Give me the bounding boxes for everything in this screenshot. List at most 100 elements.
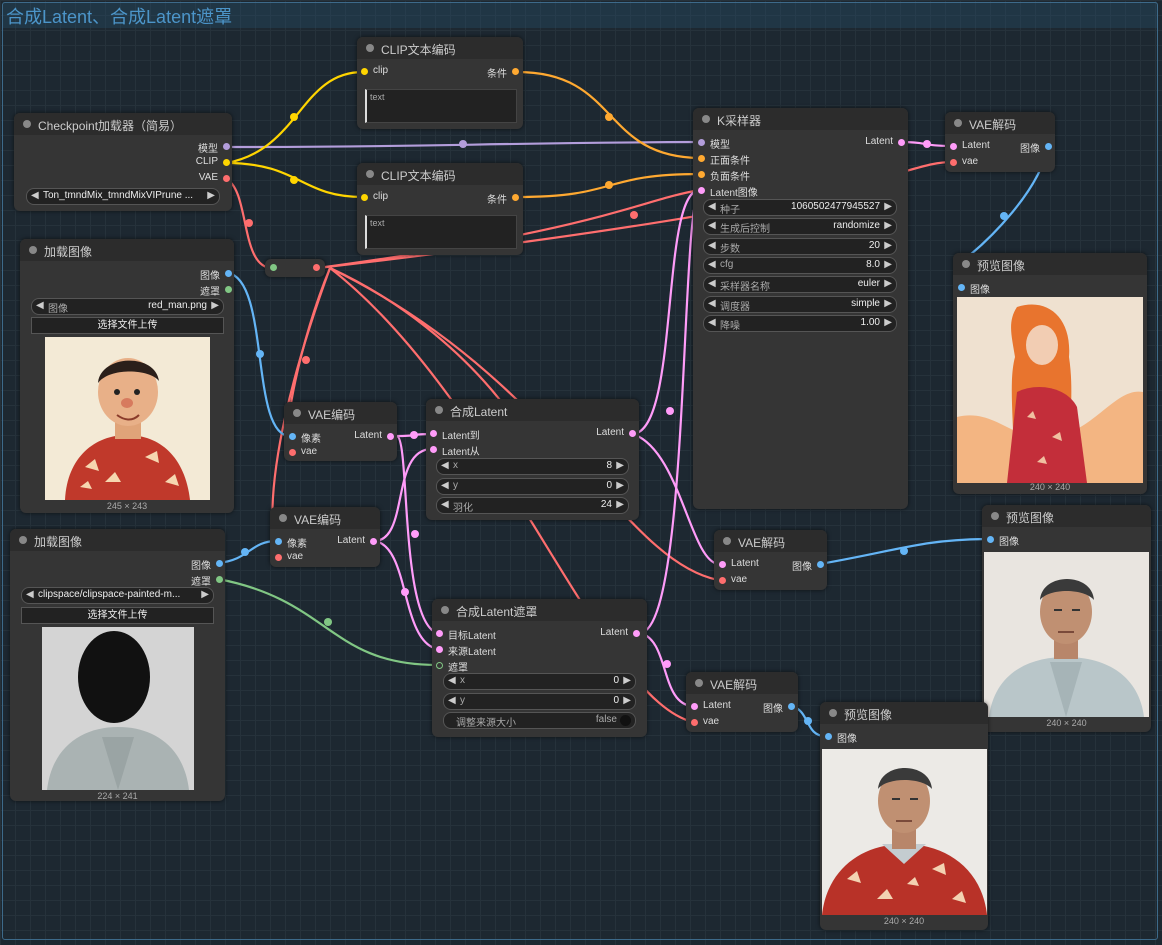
input-vae[interactable]: vae xyxy=(719,574,769,588)
arrow-right-icon[interactable]: ▶ xyxy=(884,317,892,328)
input-images[interactable]: 图像 xyxy=(987,533,1047,548)
arrow-right-icon[interactable]: ▶ xyxy=(884,278,892,289)
collapse-dot[interactable] xyxy=(991,512,999,520)
upload-button[interactable]: 选择文件上传 xyxy=(31,317,224,334)
prompt-textarea[interactable]: text xyxy=(365,89,517,123)
collapse-dot[interactable] xyxy=(954,119,962,127)
collapse-dot[interactable] xyxy=(702,115,710,123)
output-latent[interactable]: Latent xyxy=(344,430,394,444)
clip-text-encode-node-1[interactable]: CLIP文本编码 clip 条件 text xyxy=(357,37,523,129)
node-header[interactable]: CLIP文本编码 xyxy=(357,37,523,59)
input-negative[interactable]: 负面条件 xyxy=(698,168,778,183)
image-file-combo[interactable]: ◀ 图像 red_man.png ▶ xyxy=(31,298,224,315)
input-latent[interactable]: Latent xyxy=(691,700,741,714)
collapse-dot[interactable] xyxy=(29,246,37,254)
reroute-node[interactable] xyxy=(265,259,325,277)
reroute-input-dot[interactable] xyxy=(270,264,277,271)
node-header[interactable]: 加载图像 xyxy=(10,529,225,551)
vae-encode-node-2[interactable]: VAE编码 像素 vae Latent xyxy=(270,507,380,567)
arrow-left-icon[interactable]: ◀ xyxy=(708,259,716,270)
collapse-dot[interactable] xyxy=(23,120,31,128)
node-header[interactable]: CLIP文本编码 xyxy=(357,163,523,185)
widget-1[interactable]: ◀ y 0 ▶ xyxy=(436,477,629,495)
collapse-dot[interactable] xyxy=(19,536,27,544)
input-positive[interactable]: 正面条件 xyxy=(698,152,778,167)
node-header[interactable]: K采样器 xyxy=(693,108,908,130)
arrow-left-icon[interactable]: ◀ xyxy=(708,278,716,289)
collapse-dot[interactable] xyxy=(435,406,443,414)
node-header[interactable]: VAE编码 xyxy=(270,507,380,529)
node-header[interactable]: 合成Latent遮罩 xyxy=(432,599,647,621)
arrow-left-icon[interactable]: ◀ xyxy=(441,460,449,471)
input-vae[interactable]: vae xyxy=(289,446,339,460)
node-header[interactable]: VAE解码 xyxy=(686,672,798,694)
node-header[interactable]: VAE编码 xyxy=(284,402,397,424)
load-image-node-1[interactable]: 加载图像 图像 遮罩 ◀ 图像 red_man.png ▶ 选择文件上传 245 × … xyxy=(20,239,234,513)
input-clip[interactable]: clip xyxy=(361,65,421,79)
arrow-right-icon[interactable]: ▶ xyxy=(623,695,631,706)
output-clip[interactable]: CLIP xyxy=(150,156,230,170)
reroute-output-dot[interactable] xyxy=(313,264,320,271)
input-vae[interactable]: vae xyxy=(950,156,1000,170)
collapse-dot[interactable] xyxy=(723,537,731,545)
output-conditioning[interactable]: 条件 xyxy=(459,65,519,80)
input-latent[interactable]: Latent xyxy=(719,558,769,572)
collapse-dot[interactable] xyxy=(829,709,837,717)
output-vae[interactable]: VAE xyxy=(150,172,230,186)
arrow-left-icon[interactable]: ◀ xyxy=(441,480,449,491)
checkpoint-loader-node[interactable]: Checkpoint加载器（简易） 模型 CLIP VAE ◀ Ton_tmndM… xyxy=(14,113,232,211)
latent-composite-masked-node[interactable]: 合成Latent遮罩 目标Latent 来源Latent 遮罩 Latent ◀… xyxy=(432,599,647,737)
output-latent[interactable]: Latent xyxy=(825,136,905,150)
node-header[interactable]: VAE解码 xyxy=(945,112,1055,134)
latent-composite-node[interactable]: 合成Latent Latent到 Latent从 Latent ◀ x 8 ▶ ◀ y 0 ▶… xyxy=(426,399,639,520)
upload-button[interactable]: 选择文件上传 xyxy=(21,607,214,624)
arrow-left-icon[interactable]: ◀ xyxy=(708,201,716,212)
widget-2[interactable]: ◀ 步数 20 ▶ xyxy=(703,237,897,255)
input-clip[interactable]: clip xyxy=(361,191,421,205)
arrow-left-icon[interactable]: ◀ xyxy=(31,190,39,201)
widget-0[interactable]: ◀ x 8 ▶ xyxy=(436,458,629,475)
output-image[interactable]: 图像 xyxy=(1007,140,1052,155)
arrow-right-icon[interactable]: ▶ xyxy=(211,300,219,311)
arrow-left-icon[interactable]: ◀ xyxy=(708,298,716,309)
collapse-dot[interactable] xyxy=(441,606,449,614)
widget-4[interactable]: ◀ 采样器名称 euler ▶ xyxy=(703,276,897,294)
output-latent[interactable]: Latent xyxy=(580,627,640,641)
widget-0[interactable]: ◀ x 0 ▶ xyxy=(443,673,636,690)
input-pixels[interactable]: 像素 xyxy=(275,535,325,550)
node-header[interactable]: 预览图像 xyxy=(982,505,1151,527)
node-header[interactable]: VAE解码 xyxy=(714,530,827,552)
arrow-left-icon[interactable]: ◀ xyxy=(448,695,456,706)
widget-0[interactable]: ◀ 种子 1060502477945527 ▶ xyxy=(703,199,897,216)
arrow-right-icon[interactable]: ▶ xyxy=(884,259,892,270)
preview-image-node-3[interactable]: 预览图像 图像 240 × 240 xyxy=(820,702,988,930)
collapse-dot[interactable] xyxy=(962,260,970,268)
output-model[interactable]: 模型 xyxy=(150,140,230,155)
arrow-left-icon[interactable]: ◀ xyxy=(36,300,44,311)
widget-6[interactable]: ◀ 降噪 1.00 ▶ xyxy=(703,314,897,332)
load-image-node-2[interactable]: 加载图像 图像 遮罩 ◀ clipspace/clipspace-painted-… xyxy=(10,529,225,801)
input-samples-from[interactable]: Latent从 xyxy=(430,443,510,458)
arrow-left-icon[interactable]: ◀ xyxy=(708,220,716,231)
vae-decode-node-3[interactable]: VAE解码 Latent vae 图像 xyxy=(686,672,798,732)
input-source[interactable]: 来源Latent xyxy=(436,643,516,658)
node-header[interactable]: 合成Latent xyxy=(426,399,639,421)
output-latent[interactable]: Latent xyxy=(327,535,377,549)
input-pixels[interactable]: 像素 xyxy=(289,430,339,445)
arrow-right-icon[interactable]: ▶ xyxy=(201,589,209,600)
arrow-right-icon[interactable]: ▶ xyxy=(884,240,892,251)
input-images[interactable]: 图像 xyxy=(825,730,885,745)
arrow-right-icon[interactable]: ▶ xyxy=(616,460,624,471)
collapse-dot[interactable] xyxy=(366,44,374,52)
output-image[interactable]: 图像 xyxy=(172,267,232,282)
widget-5[interactable]: ◀ 调度器 simple ▶ xyxy=(703,295,897,313)
node-header[interactable]: 加载图像 xyxy=(20,239,234,261)
collapse-dot[interactable] xyxy=(366,170,374,178)
arrow-right-icon[interactable]: ▶ xyxy=(884,201,892,212)
input-vae[interactable]: vae xyxy=(275,551,325,565)
arrow-right-icon[interactable]: ▶ xyxy=(884,298,892,309)
clip-text-encode-node-2[interactable]: CLIP文本编码 clip 条件 text xyxy=(357,163,523,255)
input-images[interactable]: 图像 xyxy=(958,281,1018,296)
output-latent[interactable]: Latent xyxy=(576,427,636,441)
collapse-dot[interactable] xyxy=(293,409,301,417)
